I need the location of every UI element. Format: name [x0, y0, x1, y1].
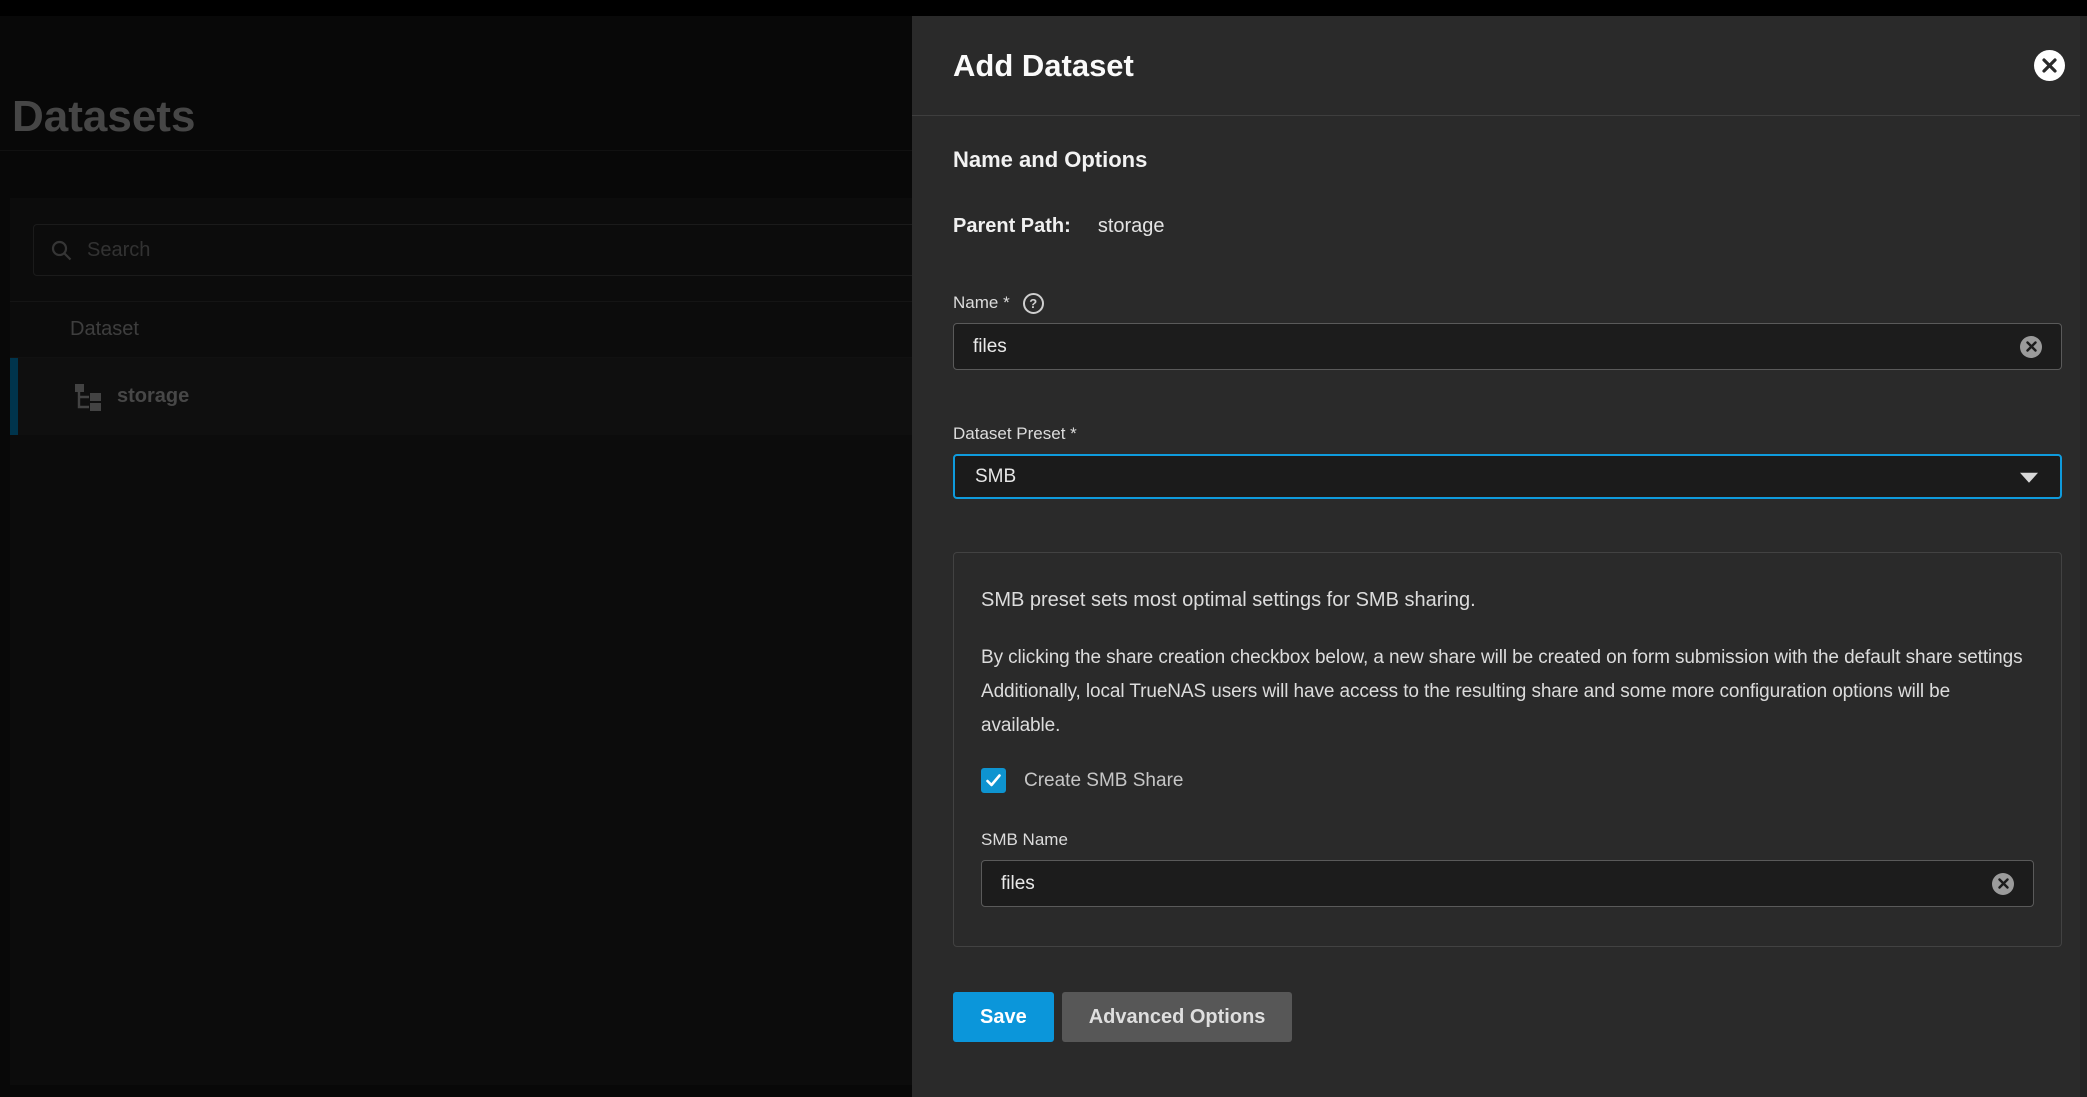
name-input-wrap: [953, 323, 2062, 370]
form-actions: Save Advanced Options: [953, 992, 2062, 1082]
help-icon[interactable]: ?: [1023, 293, 1044, 314]
create-smb-share-checkbox[interactable]: [981, 768, 1006, 793]
smb-name-label-row: SMB Name: [981, 829, 2034, 851]
smb-preset-card: SMB preset sets most optimal settings fo…: [953, 552, 2062, 947]
dataset-preset-value: SMB: [975, 466, 1016, 488]
name-input[interactable]: [953, 323, 2062, 370]
section-title: Name and Options: [953, 147, 2062, 173]
smb-card-description: By clicking the share creation checkbox …: [981, 641, 2034, 743]
close-button[interactable]: [2034, 50, 2065, 81]
parent-path-label: Parent Path:: [953, 214, 1071, 239]
preset-field-label: Dataset Preset *: [953, 423, 1077, 445]
clear-name-icon[interactable]: [2020, 336, 2042, 358]
name-field-label: Name *: [953, 292, 1010, 314]
name-label-row: Name * ?: [953, 292, 2062, 314]
smb-card-intro: SMB preset sets most optimal settings fo…: [981, 583, 2034, 617]
parent-path-row: Parent Path: storage: [953, 214, 2062, 239]
advanced-options-button[interactable]: Advanced Options: [1062, 992, 1293, 1042]
smb-name-input-wrap: [981, 860, 2034, 907]
smb-name-field-group: SMB Name: [981, 829, 2034, 907]
add-dataset-panel: Add Dataset Name and Options Parent Path…: [912, 16, 2087, 1097]
preset-label-row: Dataset Preset *: [953, 423, 2062, 445]
name-field-group: Name * ?: [953, 292, 2062, 370]
preset-field-group: Dataset Preset * SMB: [953, 423, 2062, 499]
dataset-preset-select[interactable]: SMB: [953, 454, 2062, 499]
save-button[interactable]: Save: [953, 992, 1054, 1042]
datasets-page: Datasets Dataset storage: [0, 16, 912, 1097]
modal-backdrop[interactable]: [0, 16, 912, 1097]
smb-name-input[interactable]: [981, 860, 2034, 907]
close-icon: [2042, 58, 2057, 73]
smb-name-label: SMB Name: [981, 829, 1068, 851]
checkmark-icon: [986, 774, 1001, 787]
clear-smb-name-icon[interactable]: [1992, 873, 2014, 895]
create-smb-share-label: Create SMB Share: [1024, 770, 1183, 792]
chevron-down-icon: [2020, 472, 2038, 482]
parent-path-value: storage: [1098, 214, 1165, 239]
create-smb-share-row[interactable]: Create SMB Share: [981, 768, 2034, 793]
panel-body: Name and Options Parent Path: storage Na…: [912, 116, 2087, 1082]
panel-title: Add Dataset: [953, 48, 2034, 84]
panel-header: Add Dataset: [912, 16, 2087, 116]
panel-scrollbar[interactable]: [2080, 16, 2087, 1097]
